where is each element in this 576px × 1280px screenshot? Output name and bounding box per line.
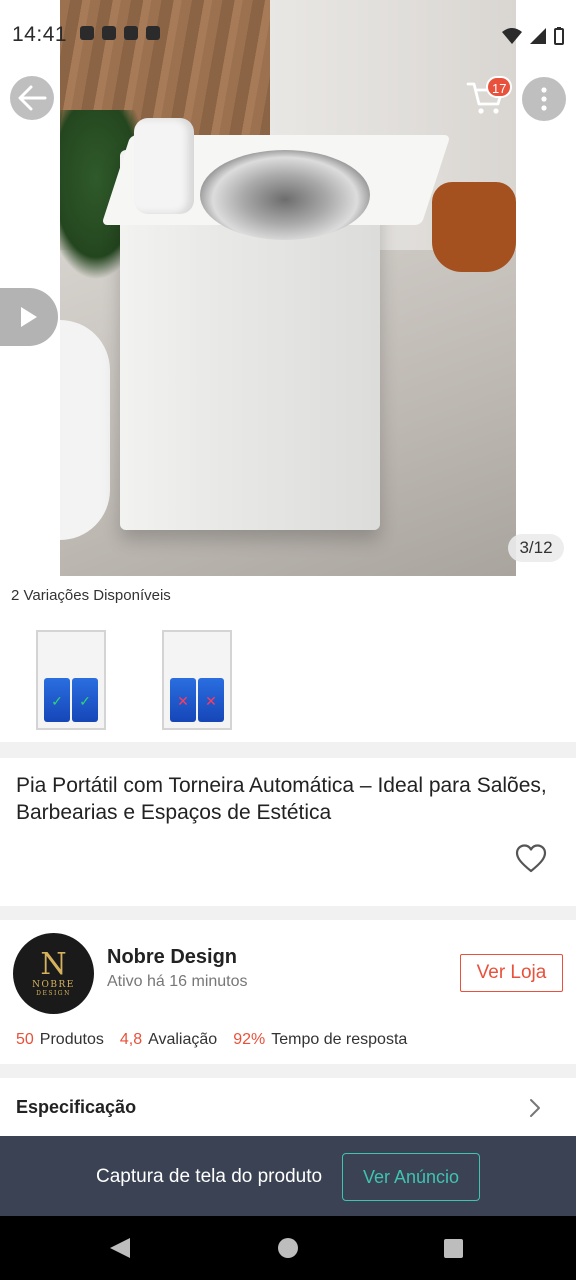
back-button[interactable] — [10, 76, 54, 120]
cart-count-badge: 17 — [486, 76, 513, 98]
notification-icon — [102, 26, 116, 40]
play-video-button[interactable] — [0, 288, 58, 346]
logo-letter: N — [40, 947, 67, 982]
logo-text: NOBRE — [32, 980, 75, 990]
variations-label: 2 Variações Disponíveis — [11, 587, 171, 604]
more-vertical-icon — [541, 87, 547, 111]
wifi-icon — [502, 28, 522, 44]
status-time: 14:41 — [12, 23, 68, 46]
nav-back-icon[interactable] — [110, 1238, 130, 1258]
view-listing-button[interactable]: Ver Anúncio — [342, 1153, 480, 1201]
section-divider — [0, 1064, 576, 1078]
variation-thumbnail-2[interactable]: ✕ ✕ — [162, 630, 232, 730]
product-photo[interactable] — [60, 0, 516, 576]
section-divider — [0, 906, 576, 920]
seller-name[interactable]: Nobre Design — [107, 946, 237, 969]
system-icons — [502, 27, 564, 45]
photo-table — [60, 320, 110, 540]
product-title: Pia Portátil com Torneira Automática – I… — [16, 774, 547, 824]
heart-icon[interactable] — [514, 842, 548, 876]
screenshot-banner: Captura de tela do produto Ver Anúncio — [0, 1136, 576, 1216]
logo-subtext: DESIGN — [36, 990, 71, 997]
battery-icon — [554, 27, 564, 45]
notification-icon — [80, 26, 94, 40]
variation-thumbnail-1[interactable]: ✓ ✓ — [36, 630, 106, 730]
stat-response-time: 92% Tempo de resposta — [233, 1031, 408, 1048]
photo-stool — [432, 182, 516, 272]
specification-label: Especificação — [16, 1097, 137, 1117]
photo-basin — [200, 150, 370, 240]
seller-active-status: Ativo há 16 minutos — [107, 973, 248, 990]
play-icon — [21, 307, 37, 327]
stat-rating: 4,8 Avaliação — [119, 1031, 218, 1048]
image-counter: 3/12 — [508, 534, 564, 562]
notification-icon — [146, 26, 160, 40]
notification-icon — [124, 26, 138, 40]
signal-icon — [530, 28, 546, 44]
stat-products: 50 Produtos — [16, 1031, 104, 1048]
nav-recents-icon[interactable] — [444, 1239, 463, 1258]
notification-icons — [80, 26, 160, 40]
back-arrow-icon — [18, 85, 47, 111]
nav-home-icon[interactable] — [278, 1238, 298, 1258]
system-nav-bar — [0, 1216, 576, 1280]
view-store-button[interactable]: Ver Loja — [460, 954, 563, 992]
check-icon: ✓ — [51, 693, 63, 709]
check-icon: ✓ — [79, 693, 91, 709]
chevron-right-icon — [530, 1099, 540, 1117]
seller-avatar[interactable]: N NOBRE DESIGN — [13, 933, 94, 1014]
product-gallery[interactable]: 14:41 17 3/12 — [0, 0, 576, 576]
section-divider — [0, 742, 576, 758]
more-options-button[interactable] — [522, 77, 566, 121]
cross-icon: ✕ — [205, 693, 217, 709]
specification-row[interactable]: Especificação — [0, 1078, 576, 1136]
photo-faucet — [134, 118, 194, 214]
banner-text: Captura de tela do produto — [96, 1166, 323, 1187]
seller-stats: 50 Produtos 4,8 Avaliação 92% Tempo de resp… — [16, 1031, 407, 1049]
cross-icon: ✕ — [177, 693, 189, 709]
